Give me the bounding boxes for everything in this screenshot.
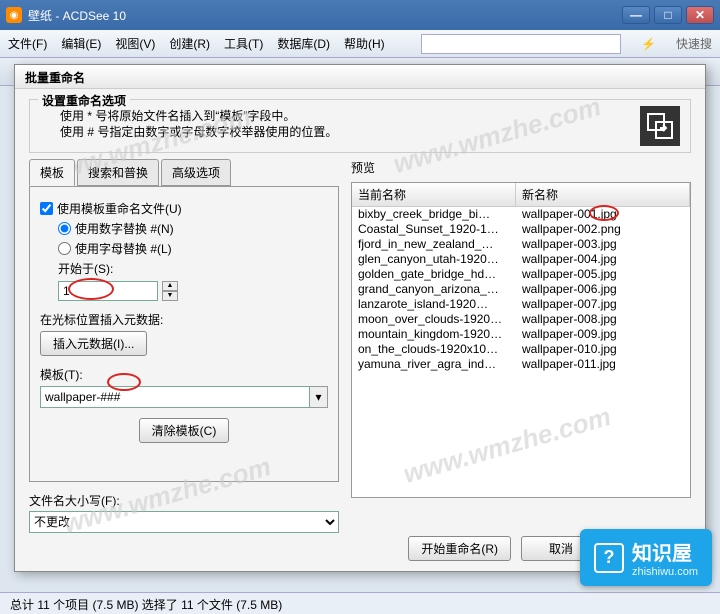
cell-new: wallpaper-002.png (522, 222, 684, 237)
use-alpha-radio[interactable]: 使用字母替换 #(L) (58, 240, 328, 257)
clear-template-button[interactable]: 清除模板(C) (139, 418, 230, 443)
tab-body: 使用模板重命名文件(U) 使用数字替换 #(N) 使用字母替换 #(L) 开始于… (29, 186, 339, 482)
case-label: 文件名大小写(F): (29, 492, 325, 509)
template-input[interactable] (40, 386, 310, 408)
start-at-label: 开始于(S): (58, 260, 328, 277)
table-row[interactable]: yamuna_river_agra_ind…wallpaper-011.jpg (352, 357, 690, 372)
cell-current: grand_canyon_arizona_… (358, 282, 522, 297)
use-number-radio[interactable]: 使用数字替换 #(N) (58, 220, 328, 237)
case-select[interactable]: 不更改 (29, 511, 339, 533)
left-panel: 模板 搜索和普换 高级选项 使用模板重命名文件(U) 使用数字替换 #(N) 使… (29, 159, 339, 533)
tip-line-1: 使用 * 号将原始文件名插入到“模板”字段中。 (60, 108, 678, 124)
template-graphic-icon (640, 106, 680, 146)
menubar: 文件(F) 编辑(E) 视图(V) 创建(R) 工具(T) 数据库(D) 帮助(… (0, 30, 720, 58)
cell-new: wallpaper-011.jpg (522, 357, 684, 372)
template-label: 模板(T): (40, 366, 328, 383)
cell-current: Coastal_Sunset_1920-1… (358, 222, 522, 237)
menu-tools[interactable]: 工具(T) (224, 35, 263, 52)
menu-view[interactable]: 视图(V) (115, 35, 155, 52)
menu-create[interactable]: 创建(R) (169, 35, 210, 52)
window-titlebar: ◉ 壁纸 - ACDSee 10 — □ ✕ (0, 0, 720, 30)
insert-meta-label: 在光标位置插入元数据: (40, 311, 328, 328)
cell-new: wallpaper-005.jpg (522, 267, 684, 282)
preview-label: 预览 (351, 159, 691, 176)
insert-meta-button[interactable]: 插入元数据(I)... (40, 331, 147, 356)
tip-line-2: 使用 # 号指定由数字或字母数字校举器使用的位置。 (60, 124, 678, 140)
badge-brand: 知识屋 (632, 537, 698, 566)
batch-rename-dialog: 批量重命名 设置重命名选项 使用 * 号将原始文件名插入到“模板”字段中。 使用… (14, 64, 706, 572)
cell-new: wallpaper-008.jpg (522, 312, 684, 327)
table-row[interactable]: moon_over_clouds-1920…wallpaper-008.jpg (352, 312, 690, 327)
cell-new: wallpaper-009.jpg (522, 327, 684, 342)
cell-current: lanzarote_island-1920… (358, 297, 522, 312)
cell-new: wallpaper-006.jpg (522, 282, 684, 297)
watermark-badge: ? 知识屋 zhishiwu.com (580, 529, 712, 586)
table-row[interactable]: golden_gate_bridge_hd…wallpaper-005.jpg (352, 267, 690, 282)
table-row[interactable]: fjord_in_new_zealand_…wallpaper-003.jpg (352, 237, 690, 252)
cell-current: yamuna_river_agra_ind… (358, 357, 522, 372)
cell-new: wallpaper-003.jpg (522, 237, 684, 252)
table-row[interactable]: glen_canyon_utah-1920…wallpaper-004.jpg (352, 252, 690, 267)
table-row[interactable]: on_the_clouds-1920x10…wallpaper-010.jpg (352, 342, 690, 357)
start-rename-button[interactable]: 开始重命名(R) (408, 536, 511, 561)
dialog-title: 批量重命名 (15, 65, 705, 89)
search-input[interactable] (421, 34, 621, 54)
tab-advanced[interactable]: 高级选项 (161, 159, 231, 186)
cell-current: moon_over_clouds-1920… (358, 312, 522, 327)
maximize-button[interactable]: □ (654, 6, 682, 24)
col-current-name[interactable]: 当前名称 (352, 183, 516, 206)
start-at-input[interactable] (58, 281, 158, 301)
tab-replace[interactable]: 搜索和普换 (77, 159, 159, 186)
table-row[interactable]: Coastal_Sunset_1920-1…wallpaper-002.png (352, 222, 690, 237)
preview-table: 当前名称 新名称 bixby_creek_bridge_bi…wallpaper… (351, 182, 691, 498)
cell-current: fjord_in_new_zealand_… (358, 237, 522, 252)
start-spinner[interactable]: ▲▼ (162, 281, 178, 301)
statusbar: 总计 11 个项目 (7.5 MB) 选择了 11 个文件 (7.5 MB) (0, 592, 720, 614)
menu-help[interactable]: 帮助(H) (344, 35, 385, 52)
quick-search-label[interactable]: 快速搜 (676, 35, 712, 52)
minimize-button[interactable]: — (622, 6, 650, 24)
cell-new: wallpaper-007.jpg (522, 297, 684, 312)
table-row[interactable]: mountain_kingdom-1920…wallpaper-009.jpg (352, 327, 690, 342)
menu-database[interactable]: 数据库(D) (277, 35, 330, 52)
options-group: 设置重命名选项 使用 * 号将原始文件名插入到“模板”字段中。 使用 # 号指定… (29, 99, 691, 153)
table-row[interactable]: grand_canyon_arizona_…wallpaper-006.jpg (352, 282, 690, 297)
table-row[interactable]: lanzarote_island-1920…wallpaper-007.jpg (352, 297, 690, 312)
app-icon: ◉ (6, 7, 22, 23)
cell-new: wallpaper-004.jpg (522, 252, 684, 267)
cell-current: on_the_clouds-1920x10… (358, 342, 522, 357)
badge-url: zhishiwu.com (632, 566, 698, 578)
tab-template[interactable]: 模板 (29, 159, 75, 186)
window-title: 壁纸 - ACDSee 10 (28, 7, 622, 24)
right-panel: 预览 当前名称 新名称 bixby_creek_bridge_bi…wallpa… (351, 159, 691, 533)
menu-file[interactable]: 文件(F) (8, 35, 47, 52)
search-icon[interactable]: ⚡ (641, 37, 656, 51)
template-dropdown-icon[interactable]: ▾ (310, 386, 328, 408)
cell-new: wallpaper-010.jpg (522, 342, 684, 357)
badge-icon: ? (594, 543, 624, 573)
options-legend: 设置重命名选项 (38, 92, 130, 109)
cell-current: glen_canyon_utah-1920… (358, 252, 522, 267)
cell-new: wallpaper-001.jpg (522, 207, 684, 222)
menu-edit[interactable]: 编辑(E) (61, 35, 101, 52)
use-template-checkbox[interactable]: 使用模板重命名文件(U) (40, 200, 328, 217)
close-button[interactable]: ✕ (686, 6, 714, 24)
cell-current: bixby_creek_bridge_bi… (358, 207, 522, 222)
cell-current: golden_gate_bridge_hd… (358, 267, 522, 282)
cell-current: mountain_kingdom-1920… (358, 327, 522, 342)
table-row[interactable]: bixby_creek_bridge_bi…wallpaper-001.jpg (352, 207, 690, 222)
col-new-name[interactable]: 新名称 (516, 183, 690, 206)
